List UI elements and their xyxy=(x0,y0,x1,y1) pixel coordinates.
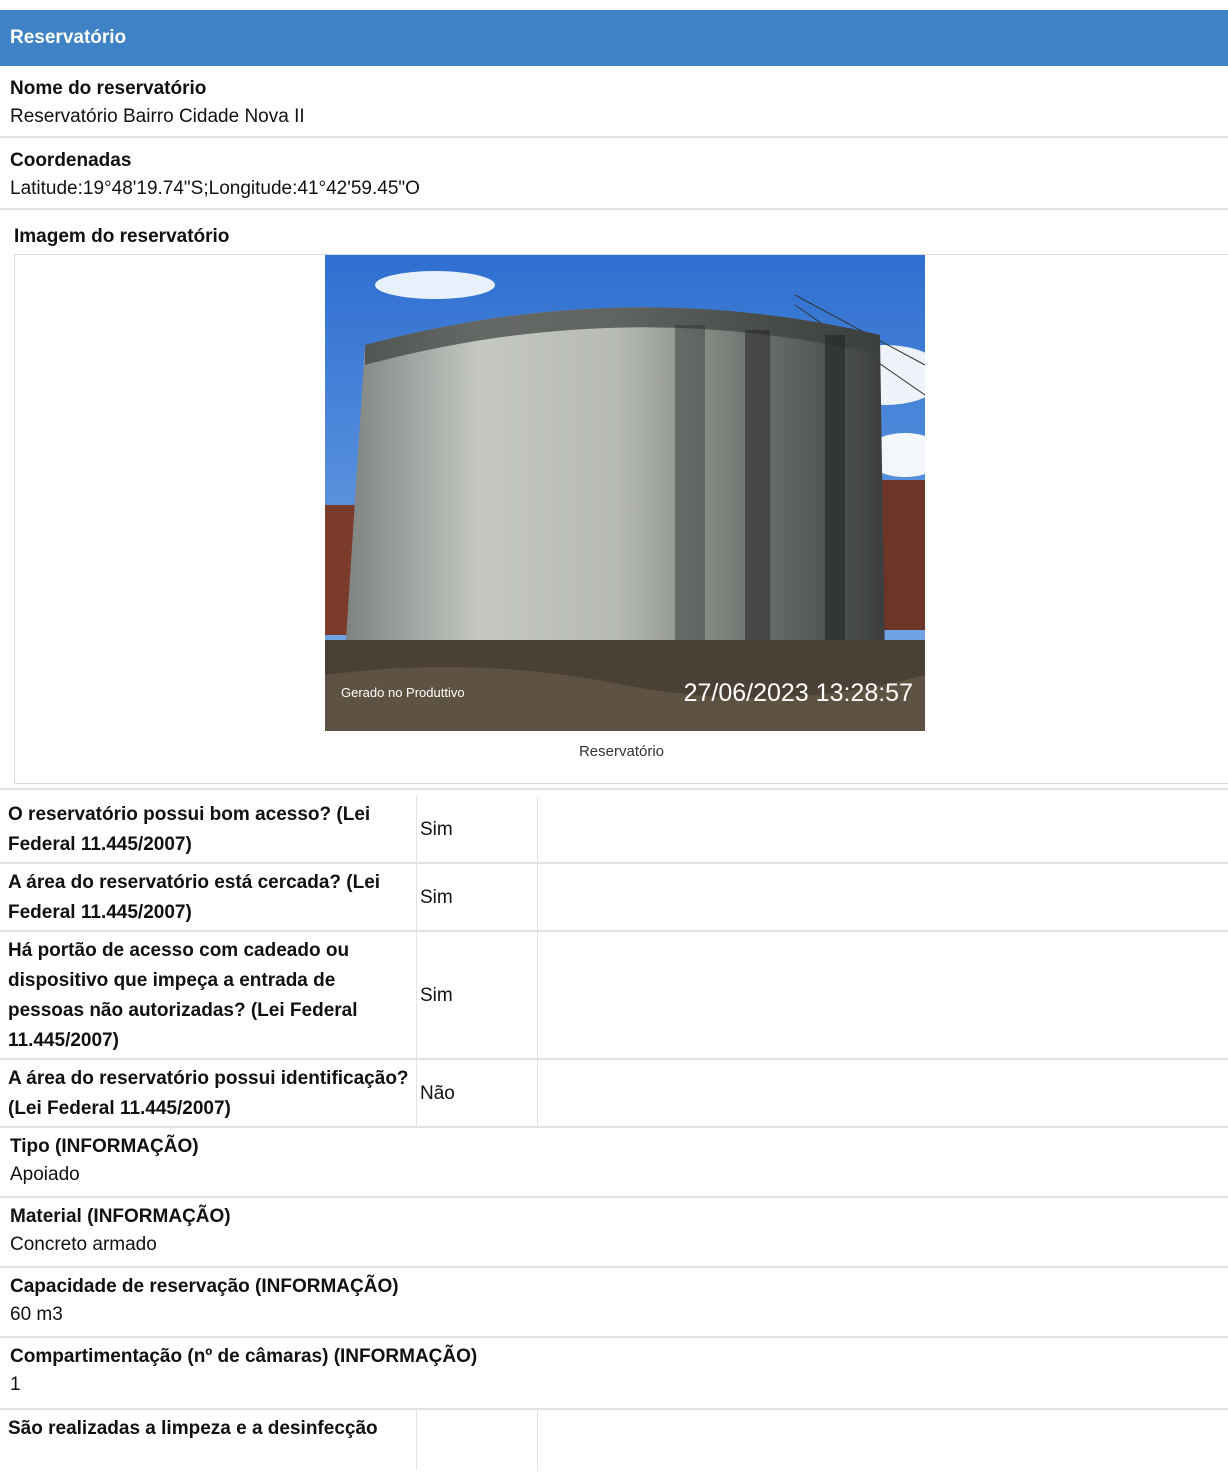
imagem-label: Imagem do reservatório xyxy=(14,226,230,247)
coordenadas-field: Coordenadas Latitude:19°48'19.74"S;Longi… xyxy=(0,138,1228,210)
capacidade-label: Capacidade de reservação (INFORMAÇÃO) xyxy=(10,1276,399,1297)
questions-table: O reservatório possui bom acesso? (Lei F… xyxy=(0,796,1228,1128)
nome-value: Reservatório Bairro Cidade Nova II xyxy=(10,106,305,127)
answer-text: Sim xyxy=(416,864,538,932)
capacidade-value: 60 m3 xyxy=(10,1304,63,1325)
question-text: São realizadas a limpeza e a desinfecção xyxy=(8,1418,378,1439)
answer-text: Não xyxy=(416,1060,538,1128)
table-row: Há portão de acesso com cadeado ou dispo… xyxy=(0,932,1228,1060)
coordenadas-value: Latitude:19°48'19.74"S;Longitude:41°42'5… xyxy=(10,178,420,199)
imagem-field: Imagem do reservatório Gerado no Produtt… xyxy=(0,210,1228,790)
table-row: São realizadas a limpeza e a desinfecção xyxy=(0,1410,1228,1470)
coordenadas-label: Coordenadas xyxy=(10,150,132,171)
tipo-label: Tipo (INFORMAÇÃO) xyxy=(10,1136,199,1157)
section-title: Reservatório xyxy=(10,27,127,48)
tipo-field: Tipo (INFORMAÇÃO) Apoiado xyxy=(0,1128,1228,1198)
answer-text: Sim xyxy=(416,796,538,864)
section-header: Reservatório xyxy=(0,10,1228,66)
material-field: Material (INFORMAÇÃO) Concreto armado xyxy=(0,1198,1228,1268)
empty-cell xyxy=(538,1410,1228,1470)
compartimentacao-value: 1 xyxy=(10,1374,21,1395)
answer-text: Sim xyxy=(416,932,538,1060)
answer-text xyxy=(416,1410,538,1470)
nome-field: Nome do reservatório Reservatório Bairro… xyxy=(0,66,1228,138)
image-frame: Gerado no Produttivo 27/06/2023 13:28:57… xyxy=(14,254,1228,784)
capacidade-field: Capacidade de reservação (INFORMAÇÃO) 60… xyxy=(0,1268,1228,1338)
empty-cell xyxy=(538,796,1228,864)
question-text: Há portão de acesso com cadeado ou dispo… xyxy=(8,940,358,1051)
empty-cell xyxy=(538,864,1228,932)
material-label: Material (INFORMAÇÃO) xyxy=(10,1206,231,1227)
nome-label: Nome do reservatório xyxy=(10,78,207,99)
tipo-value: Apoiado xyxy=(10,1164,80,1185)
photo-timestamp: 27/06/2023 13:28:57 xyxy=(684,679,913,707)
report-page: Reservatório Nome do reservatório Reserv… xyxy=(0,10,1228,1470)
table-row: A área do reservatório possui identifica… xyxy=(0,1060,1228,1128)
compartimentacao-field: Compartimentação (nº de câmaras) (INFORM… xyxy=(0,1338,1228,1410)
empty-cell xyxy=(538,932,1228,1060)
photo-watermark: Gerado no Produttivo xyxy=(341,685,465,700)
reservoir-photo[interactable]: Gerado no Produttivo 27/06/2023 13:28:57 xyxy=(325,255,925,731)
material-value: Concreto armado xyxy=(10,1234,157,1255)
empty-cell xyxy=(538,1060,1228,1128)
question-text: O reservatório possui bom acesso? (Lei F… xyxy=(8,804,371,855)
table-row: O reservatório possui bom acesso? (Lei F… xyxy=(0,796,1228,864)
question-text: A área do reservatório possui identifica… xyxy=(8,1068,409,1119)
compartimentacao-label: Compartimentação (nº de câmaras) (INFORM… xyxy=(10,1346,478,1367)
question-text: A área do reservatório está cercada? (Le… xyxy=(8,872,381,923)
table-row: A área do reservatório está cercada? (Le… xyxy=(0,864,1228,932)
image-caption: Reservatório xyxy=(578,743,665,760)
